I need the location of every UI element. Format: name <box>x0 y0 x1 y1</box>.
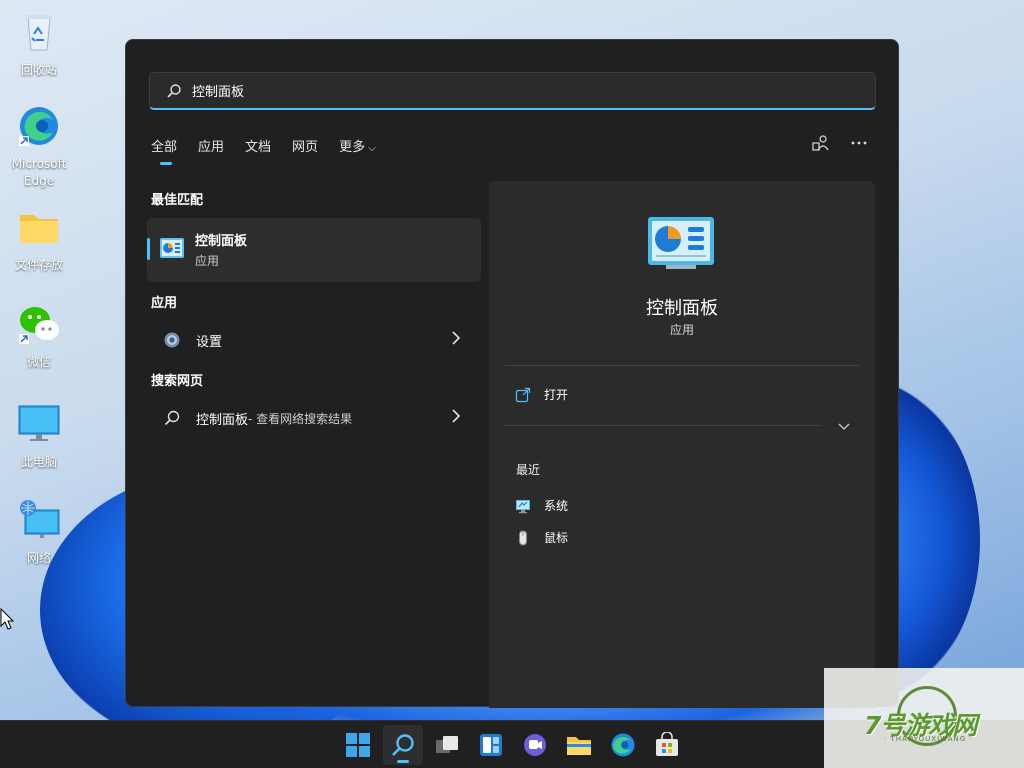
desktop-icon-wechat[interactable]: 微信 <box>6 302 72 371</box>
edge-icon <box>19 107 58 146</box>
account-switch-icon[interactable] <box>812 134 830 152</box>
file-explorer-button[interactable] <box>559 725 599 765</box>
chevron-down-icon[interactable] <box>837 419 851 433</box>
tab-all[interactable]: 全部 <box>151 136 178 165</box>
panel-actions <box>812 134 868 152</box>
recent-item-label: 鼠标 <box>544 531 569 545</box>
search-button[interactable] <box>383 725 423 765</box>
tab-more[interactable]: 更多 ⌵ <box>339 136 376 163</box>
chat-icon <box>524 734 546 756</box>
divider <box>505 365 859 366</box>
open-button[interactable]: 打开 <box>515 386 568 403</box>
chevron-right-icon <box>452 409 461 423</box>
search-panel: 全部 应用 文档 网页 更多⌵ 最佳匹配 控制面板 应用 应用 <box>125 39 899 708</box>
recycle-bin-icon <box>26 15 52 51</box>
tab-documents[interactable]: 文档 <box>245 136 271 163</box>
best-match-subtitle: 应用 <box>195 254 220 268</box>
web-result-label: 控制面板 <box>196 412 249 428</box>
best-match-title: 控制面板 <box>195 234 248 249</box>
apps-heading: 应用 <box>151 296 178 311</box>
edge-icon <box>611 733 635 757</box>
desktop-icon-label: 回收站 <box>20 63 57 77</box>
desktop-icon-this-pc[interactable]: 此电脑 <box>6 402 72 471</box>
desktop-icon-label: 微信 <box>26 355 51 369</box>
store-button[interactable] <box>647 725 687 765</box>
desktop-icon-folder[interactable]: 文件存放 <box>6 205 72 274</box>
search-icon <box>164 410 180 426</box>
tab-label: 应用 <box>198 140 225 155</box>
recent-item-label: 系统 <box>544 499 569 513</box>
tab-label: 文档 <box>245 140 272 155</box>
tab-label: 全部 <box>151 140 178 155</box>
search-icon <box>167 83 181 98</box>
recent-item-system[interactable]: 系统 <box>515 497 568 514</box>
desktop-icon-network[interactable]: 网络 <box>6 498 72 567</box>
web-result[interactable]: 控制面板 - 查看网络搜索结果 <box>147 400 481 436</box>
edge-button[interactable] <box>603 725 643 765</box>
system-icon <box>516 499 530 513</box>
search-box[interactable] <box>149 72 876 110</box>
network-icon <box>20 500 60 538</box>
control-panel-icon <box>160 238 184 258</box>
selection-indicator <box>147 238 150 260</box>
app-result-settings[interactable]: 设置 <box>147 322 481 358</box>
tab-label: 网页 <box>292 140 319 155</box>
desktop-icon-label: 文件存放 <box>14 258 63 272</box>
divider <box>505 425 821 426</box>
folder-icon <box>567 737 591 755</box>
web-search-heading: 搜索网页 <box>151 374 204 389</box>
tab-apps[interactable]: 应用 <box>198 136 224 163</box>
open-external-icon <box>515 387 531 402</box>
windows-logo-icon <box>346 733 370 757</box>
widgets-icon <box>480 734 502 756</box>
desktop-icon-recycle-bin[interactable]: 回收站 <box>6 10 72 79</box>
recent-item-mouse[interactable]: 鼠标 <box>515 529 568 546</box>
tab-web[interactable]: 网页 <box>292 136 318 163</box>
task-view-icon <box>436 736 458 753</box>
watermark: 7号游戏网 · THAOYOUXIWANG · <box>824 668 1024 768</box>
filter-tabs: 全部 应用 文档 网页 更多 ⌵ <box>151 136 397 165</box>
folder-icon <box>20 215 58 243</box>
settings-gear-icon <box>164 332 180 348</box>
search-input[interactable] <box>192 83 792 98</box>
widgets-button[interactable] <box>471 725 511 765</box>
app-result-label: 设置 <box>196 334 223 350</box>
recent-heading: 最近 <box>516 463 541 477</box>
open-label: 打开 <box>544 388 569 402</box>
control-panel-icon <box>648 217 714 269</box>
detail-kind: 应用 <box>669 323 694 337</box>
detail-title: 控制面板 <box>646 298 718 319</box>
store-icon <box>656 732 678 756</box>
tab-label: 更多 <box>339 140 366 155</box>
desktop-icon-label: Microsoft Edge <box>11 157 67 188</box>
this-pc-icon <box>18 405 60 441</box>
desktop-icon-edge[interactable]: Microsoft Edge <box>6 104 72 190</box>
desktop-icon-label: 此电脑 <box>20 455 57 469</box>
chevron-down-icon: ⌵ <box>368 143 376 154</box>
watermark-subtitle: · THAOYOUXIWANG · <box>884 735 973 743</box>
wechat-icon <box>19 307 59 344</box>
mouse-pointer-icon <box>0 608 14 630</box>
mouse-icon <box>519 530 527 545</box>
desktop-icon-label: 网络 <box>26 551 51 565</box>
best-match-result[interactable]: 控制面板 应用 <box>147 218 481 282</box>
more-options-icon[interactable] <box>850 134 868 152</box>
task-view-button[interactable] <box>427 725 467 765</box>
result-detail-pane: 控制面板 应用 打开 最近 系统 鼠标 <box>489 181 875 708</box>
best-match-heading: 最佳匹配 <box>151 193 204 208</box>
start-button[interactable] <box>338 725 378 765</box>
search-icon <box>392 734 414 756</box>
web-result-suffix: - 查看网络搜索结果 <box>248 411 353 426</box>
chat-button[interactable] <box>515 725 555 765</box>
chevron-right-icon <box>452 331 461 345</box>
